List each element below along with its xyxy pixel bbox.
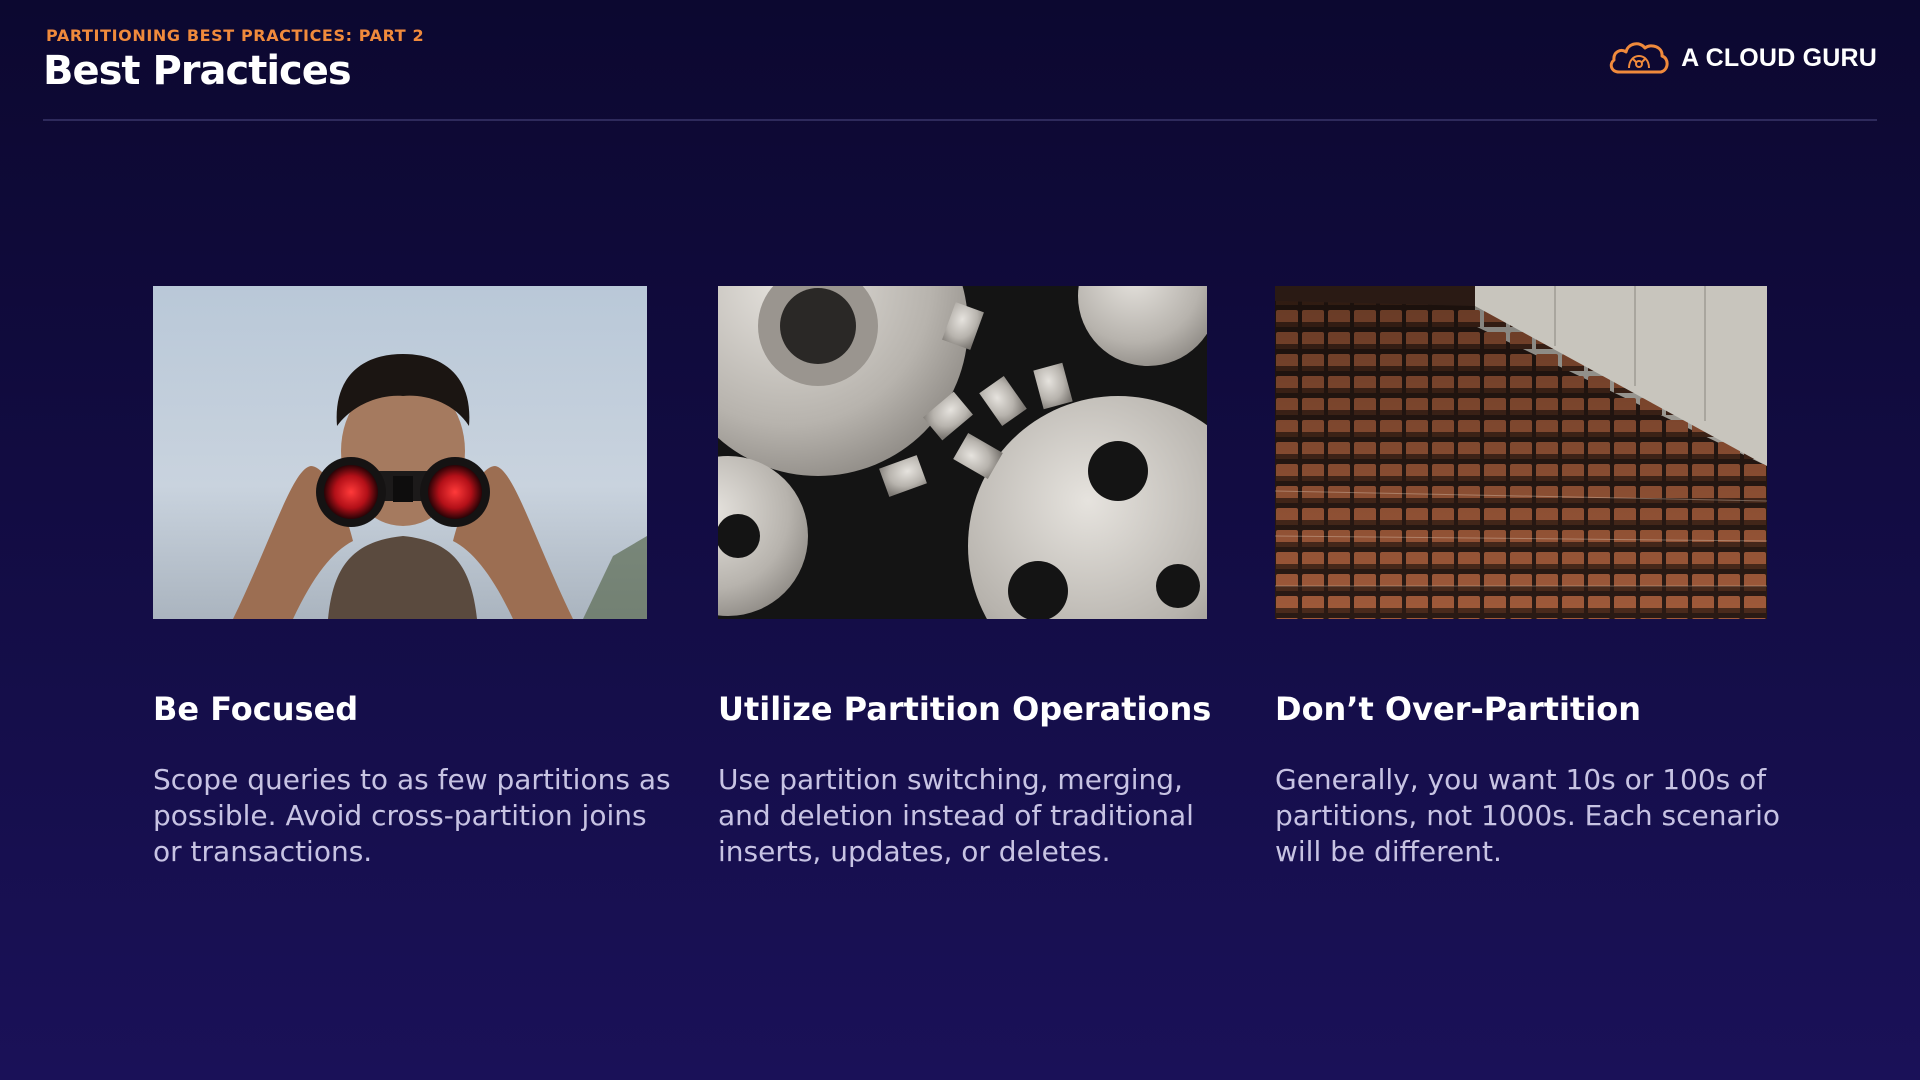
binoculars-photo — [153, 286, 647, 619]
header-divider — [43, 119, 1877, 121]
card-title: Don’t Over-Partition — [1275, 690, 1642, 728]
card-description: Use partition switching, merging, and de… — [718, 763, 1194, 868]
slide-eyebrow: PARTITIONING BEST PRACTICES: PART 2 — [46, 26, 425, 45]
practice-card-partition-operations: Utilize Partition Operations Use partiti… — [718, 286, 1211, 868]
brand-name: A CLOUD GURU — [1681, 43, 1877, 72]
card-description: Scope queries to as few partitions as po… — [153, 763, 671, 868]
auditorium-photo — [1275, 286, 1767, 619]
card-title: Be Focused — [153, 690, 359, 728]
practice-card-focused: Be Focused Scope queries to as few parti… — [153, 286, 671, 868]
cloud-logo-icon — [1609, 42, 1669, 74]
slide-title: Best Practices — [43, 48, 352, 94]
gears-photo — [718, 286, 1207, 619]
card-title: Utilize Partition Operations — [718, 690, 1212, 728]
practice-card-over-partition: Don’t Over-Partition Generally, you want… — [1275, 286, 1780, 868]
brand-logo: A CLOUD GURU — [1607, 38, 1877, 78]
card-description: Generally, you want 10s or 100s of parti… — [1275, 763, 1781, 868]
